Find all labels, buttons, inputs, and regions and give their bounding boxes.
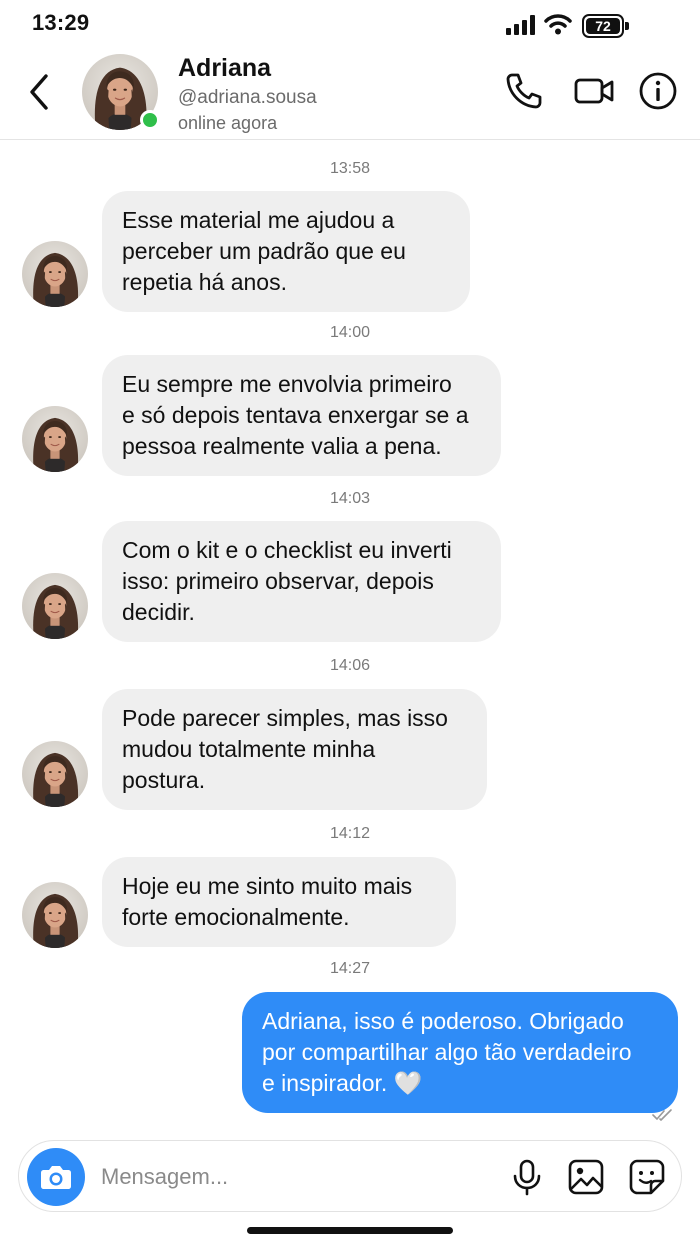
back-icon[interactable] xyxy=(22,70,58,114)
incoming-message-bubble[interactable]: Com o kit e o checklist eu inverti isso:… xyxy=(102,521,501,642)
status-time: 13:29 xyxy=(32,10,90,35)
sender-avatar[interactable] xyxy=(22,741,88,807)
incoming-message-bubble[interactable]: Hoje eu me sinto muito mais forte emocio… xyxy=(102,857,456,947)
cellular-signal-icon xyxy=(506,15,535,35)
double-check-icon xyxy=(652,1109,672,1121)
gallery-icon[interactable] xyxy=(566,1157,606,1197)
message-text-line: repetia há anos. xyxy=(122,269,287,295)
camera-icon xyxy=(41,1166,71,1189)
message-text-line: postura. xyxy=(122,767,206,793)
battery-level: 72 xyxy=(586,18,620,34)
incoming-message-bubble[interactable]: Eu sempre me envolvia primeiro e só depo… xyxy=(102,355,501,476)
sender-avatar[interactable] xyxy=(22,882,88,948)
home-indicator[interactable] xyxy=(247,1227,453,1234)
message-text-line: e só depois tentava enxergar se a xyxy=(122,402,469,428)
message-timestamp: 14:00 xyxy=(329,324,371,341)
microphone-icon[interactable] xyxy=(507,1157,547,1197)
message-timestamp: 14:27 xyxy=(329,960,371,977)
message-text-line: e inspirador. 🤍 xyxy=(262,1070,423,1096)
outgoing-message-bubble[interactable]: Adriana, isso é poderoso. Obrigado por c… xyxy=(242,992,678,1113)
phone-icon[interactable] xyxy=(503,70,545,112)
message-text-line: mudou totalmente minha xyxy=(122,736,376,762)
incoming-message-bubble[interactable]: Pode parecer simples, mas isso mudou tot… xyxy=(102,689,487,810)
video-camera-icon[interactable] xyxy=(573,70,615,112)
wifi-icon xyxy=(544,14,572,35)
contact-avatar[interactable] xyxy=(82,54,160,130)
message-text-line: Esse material me ajudou a xyxy=(122,207,395,233)
message-input[interactable] xyxy=(101,1155,491,1199)
battery-indicator: 72 xyxy=(582,14,630,38)
sender-avatar[interactable] xyxy=(22,241,88,307)
info-icon[interactable] xyxy=(637,70,679,112)
message-text-line: Pode parecer simples, mas isso xyxy=(122,705,448,731)
sticker-icon[interactable] xyxy=(627,1157,667,1197)
message-timestamp: 14:06 xyxy=(329,657,371,674)
message-timestamp: 14:12 xyxy=(329,825,371,842)
sender-avatar[interactable] xyxy=(22,573,88,639)
chat-header: Adriana @adriana.sousa online agora xyxy=(0,48,700,140)
message-composer xyxy=(18,1140,682,1212)
sender-avatar[interactable] xyxy=(22,406,88,472)
message-text-line: Com o kit e o checklist eu inverti xyxy=(122,537,452,563)
message-timestamp: 13:58 xyxy=(329,160,371,177)
message-text-line: decidir. xyxy=(122,599,195,625)
message-text-line: por compartilhar algo tão verdadeiro xyxy=(262,1039,632,1065)
camera-button[interactable] xyxy=(27,1148,85,1206)
message-text-line: perceber um padrão que eu xyxy=(122,238,406,264)
contact-handle: @adriana.sousa xyxy=(178,87,317,108)
contact-status: online agora xyxy=(178,113,278,133)
contact-name[interactable]: Adriana xyxy=(178,54,271,83)
status-bar: 13:29 72 xyxy=(0,0,700,48)
incoming-message-bubble[interactable]: Esse material me ajudou a perceber um pa… xyxy=(102,191,470,312)
message-text-line: Eu sempre me envolvia primeiro xyxy=(122,371,452,397)
message-text-line: pessoa realmente valia a pena. xyxy=(122,433,442,459)
message-timestamp: 14:03 xyxy=(329,490,371,507)
message-text-line: Hoje eu me sinto muito mais xyxy=(122,873,413,899)
message-text-line: Adriana, isso é poderoso. Obrigado xyxy=(262,1008,624,1034)
message-text-line: isso: primeiro observar, depois xyxy=(122,568,434,594)
online-indicator xyxy=(140,110,160,130)
message-text-line: forte emocionalmente. xyxy=(122,904,350,930)
